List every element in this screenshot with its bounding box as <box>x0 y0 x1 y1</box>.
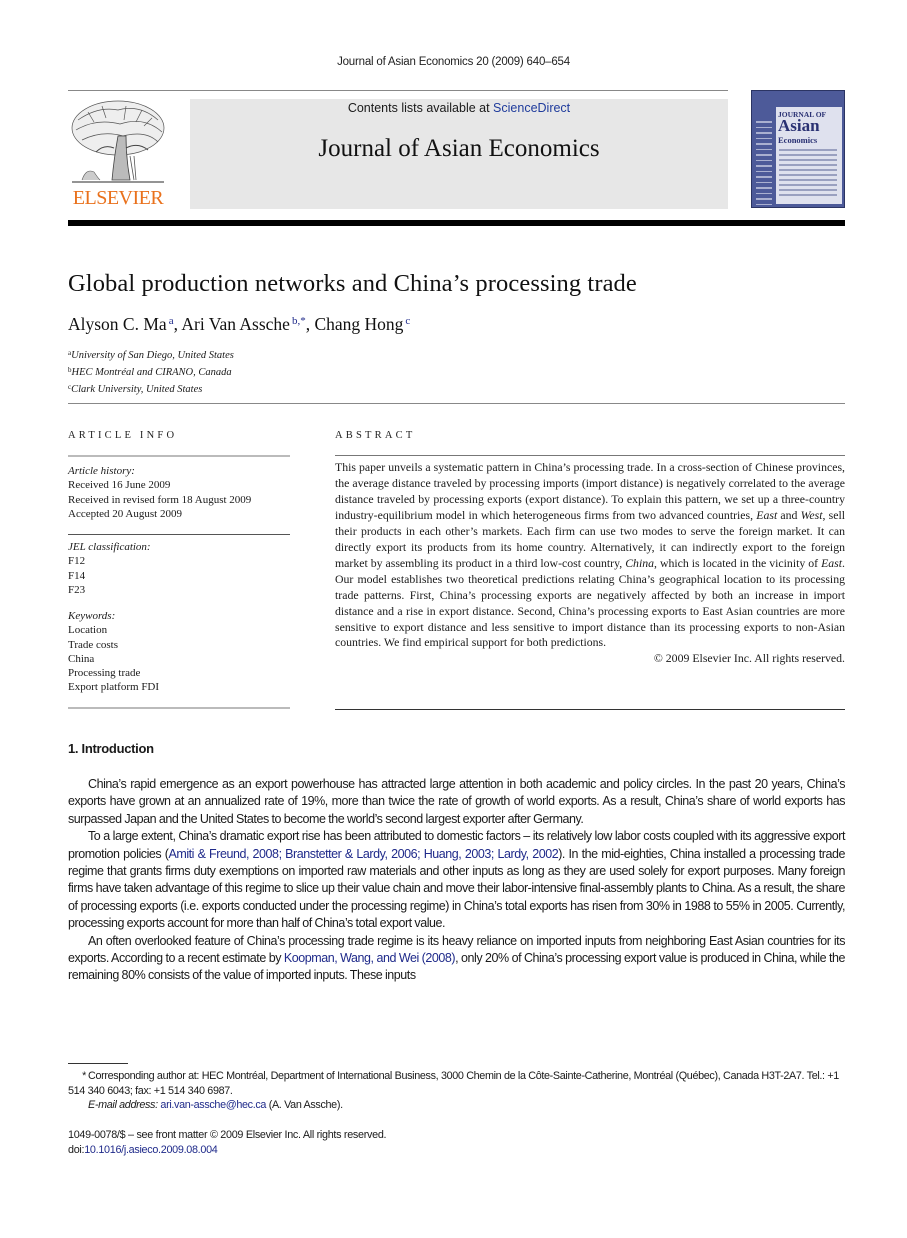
body-paragraph: To a large extent, China’s dramatic expo… <box>68 828 845 932</box>
author-name: Alyson C. Ma <box>68 314 167 334</box>
cover-side-text <box>756 121 772 207</box>
imprint: 1049-0078/$ – see front matter © 2009 El… <box>68 1128 387 1158</box>
article-info-label: ARTICLE INFO <box>68 430 178 441</box>
abstract-text: This paper unveils a systematic pattern … <box>335 460 845 667</box>
email-suffix: (A. Van Assche). <box>266 1099 343 1111</box>
keywords-label: Keywords: <box>68 610 116 622</box>
abstract-run: and <box>777 507 801 522</box>
journal-masthead: Contents lists available at ScienceDirec… <box>190 99 728 209</box>
sciencedirect-link[interactable]: ScienceDirect <box>493 101 570 115</box>
doi-link[interactable]: 10.1016/j.asieco.2009.08.004 <box>84 1144 218 1156</box>
issn-line: 1049-0078/$ – see front matter © 2009 El… <box>68 1129 387 1141</box>
footnote-rule <box>68 1063 128 1064</box>
keyword: Trade costs <box>68 638 119 651</box>
author-name: Chang Hong <box>314 314 404 334</box>
footnotes: * Corresponding author at: HEC Montréal, … <box>68 1069 845 1113</box>
affiliation-item: cClark University, United States <box>68 380 234 397</box>
keyword: Processing trade <box>68 667 141 680</box>
affiliation-item: aUniversity of San Diego, United States <box>68 346 234 363</box>
header-rule <box>68 90 728 91</box>
jel-label: JEL classification: <box>68 541 151 553</box>
body-paragraph: China’s rapid emergence as an export pow… <box>68 777 845 826</box>
jel-code: F23 <box>68 583 86 596</box>
jel-classification: JEL classification: F12 F14 F23 <box>68 540 290 597</box>
abstract-bottom-rule <box>335 709 845 710</box>
footnote-text: Corresponding author at: HEC Montréal, D… <box>68 1070 839 1097</box>
citation-link[interactable]: Huang, 2003 <box>424 847 492 861</box>
abstract-paragraph: This paper unveils a systematic pattern … <box>335 460 845 651</box>
email-link[interactable]: ari.van-assche@hec.ca <box>160 1099 266 1111</box>
abstract-run: , which is located in the vicinity of <box>654 555 822 570</box>
author-affil-link[interactable]: c <box>405 315 410 327</box>
cover-contents-lines <box>779 149 837 199</box>
doi-line: doi:10.1016/j.asieco.2009.08.004 <box>68 1143 386 1158</box>
citation-separator: ; <box>417 846 424 861</box>
abstract-copyright: © 2009 Elsevier Inc. All rights reserved… <box>653 651 845 666</box>
abstract-emphasis: West <box>800 507 823 522</box>
abstract-rule <box>335 455 845 456</box>
citation-separator: ; <box>490 846 498 861</box>
affiliation-item: bHEC Montréal and CIRANO, Canada <box>68 363 234 380</box>
citation-link[interactable]: Lardy, 2002 <box>498 847 559 861</box>
history-item: Accepted 20 August 2009 <box>68 507 182 520</box>
contents-prefix: Contents lists available at <box>347 101 494 115</box>
citation-link[interactable]: Koopman, Wang, and Wei (2008) <box>284 951 456 965</box>
affiliation-text: Clark University, United States <box>71 384 203 395</box>
masthead-thick-rule <box>68 220 845 226</box>
journal-cover-thumbnail[interactable]: JOURNAL OF Asian Economics <box>751 90 845 208</box>
article-history: Article history: Received 16 June 2009 R… <box>68 464 290 521</box>
introduction-body: China’s rapid emergence as an export pow… <box>68 776 845 985</box>
corresponding-author-note: * Corresponding author at: HEC Montréal, … <box>68 1069 845 1098</box>
citation-link[interactable]: Branstetter & Lardy, 2006 <box>285 847 417 861</box>
abstract-label: ABSTRACT <box>335 430 416 441</box>
author-list: Alyson C. Ma a, Ari Van Assche b,*, Chang … <box>68 314 410 335</box>
running-head: Journal of Asian Economics 20 (2009) 640… <box>337 56 570 68</box>
publisher-name: ELSEVIER <box>72 187 164 209</box>
author-affil-link[interactable]: b,* <box>292 315 306 327</box>
affiliations: aUniversity of San Diego, United States … <box>68 346 234 397</box>
author-name: Ari Van Assche <box>181 314 290 334</box>
keyword: Location <box>68 624 108 637</box>
body-paragraph: An often overlooked feature of China’s p… <box>68 933 845 985</box>
footnote-star: * <box>82 1070 86 1082</box>
keyword: China <box>68 652 95 665</box>
section-heading-introduction: 1. Introduction <box>68 741 154 756</box>
elsevier-logo[interactable]: ELSEVIER <box>68 98 168 210</box>
keywords: Keywords: Location Trade costs China Pro… <box>68 609 290 695</box>
title-separator-rule <box>68 403 845 404</box>
elsevier-tree-icon <box>71 100 165 183</box>
history-item: Received in revised form 18 August 2009 <box>68 493 252 506</box>
doi-prefix: doi: <box>68 1144 85 1156</box>
journal-name: Journal of Asian Economics <box>318 135 600 162</box>
article-info-bottom-rule <box>68 707 290 709</box>
article-title: Global production networks and China’s p… <box>68 270 637 297</box>
abstract-emphasis: East <box>756 507 778 522</box>
contents-line: Contents lists available at ScienceDirec… <box>190 101 728 115</box>
affiliation-text: HEC Montréal and CIRANO, Canada <box>71 367 232 378</box>
email-label: E-mail address: <box>88 1099 158 1111</box>
article-info-divider <box>68 534 290 535</box>
abstract-emphasis: China <box>625 555 655 570</box>
keyword: Export platform FDI <box>68 681 160 694</box>
article-info-rule <box>68 455 290 457</box>
affiliation-text: University of San Diego, United States <box>71 350 234 361</box>
citation-link[interactable]: Amiti & Freund, 2008 <box>168 847 279 861</box>
jel-code: F12 <box>68 555 86 568</box>
email-note: E-mail address: ari.van-assche@hec.ca (A… <box>68 1098 845 1113</box>
article-history-label: Article history: <box>68 465 135 477</box>
jel-code: F14 <box>68 569 86 582</box>
cover-title-line3: Economics <box>778 135 818 145</box>
cover-title-line2: Asian <box>778 116 820 135</box>
abstract-emphasis: East <box>821 555 843 570</box>
history-item: Received 16 June 2009 <box>68 479 171 492</box>
